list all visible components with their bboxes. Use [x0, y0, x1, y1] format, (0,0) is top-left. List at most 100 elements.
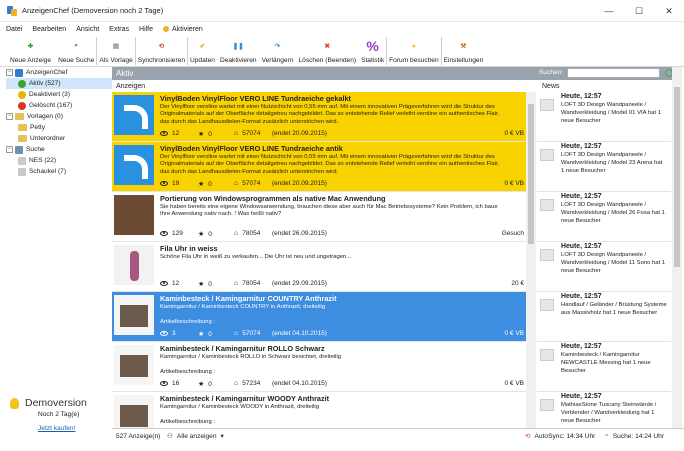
news-item[interactable]: Heute, 12:57 Handlauf / Geländer / Brüstu… [537, 292, 671, 342]
news-time: Heute, 12:57 [561, 93, 602, 100]
tree-item-geloescht[interactable]: Gelöscht (167) [6, 100, 112, 111]
listing-row[interactable]: Fila Uhr in weiss Schöne Fila Uhr in weiß… [112, 242, 526, 292]
listing-row[interactable]: Kaminbesteck / Kamingarnitur WOODY Anthr… [112, 392, 526, 428]
settings-button[interactable]: ⚒ Einstellungen [444, 35, 484, 67]
pause-icon: ❚❚ [232, 43, 244, 50]
sync-button[interactable]: ⟲ Synchronisieren [138, 35, 185, 67]
tree-label: Gelöscht (167) [29, 102, 73, 109]
news-thumbnail [540, 249, 554, 261]
news-item[interactable]: Heute, 12:57 LOFT 3D Design Wandpaneele /… [537, 92, 671, 142]
tree-item-nes[interactable]: NES (22) [6, 155, 112, 166]
tree-item-deaktiviert[interactable]: Deaktiviert (3) [6, 89, 112, 100]
scrollbar-thumb[interactable] [528, 104, 534, 244]
listing-price: 0 € VB [504, 180, 524, 187]
toolbar: ✚ Neue Anzeige ⌕ Neue Suche ▤ Als Vorlage ⟲… [0, 35, 684, 67]
listing-id: 78054 [242, 280, 261, 287]
search-item-icon [18, 156, 26, 165]
favorites-count: 0 [208, 180, 212, 188]
menu-bearbeiten[interactable]: Bearbeiten [32, 26, 66, 33]
news-scrollbar[interactable] [672, 67, 682, 428]
tree-item-petty[interactable]: Petty [6, 122, 112, 133]
deactivate-button[interactable]: ❚❚ Deaktivieren [220, 35, 257, 67]
search-status-label: Suche: 14:24 Uhr [612, 432, 665, 440]
sync-icon: ⟲ [158, 43, 165, 50]
collapse-toggle[interactable]: − [6, 69, 13, 76]
home-icon: ⌂ [234, 180, 239, 187]
listing-description: Der Vinylfloor veroline wartet mit einer… [160, 104, 500, 125]
collapse-toggle[interactable]: − [6, 113, 13, 120]
news-item[interactable]: Heute, 12:57 LOFT 3D Design Wandpaneele /… [537, 142, 671, 192]
listing-title: Fila Uhr in weiss [160, 244, 218, 253]
listing-title: Kaminbesteck / Kamingarnitur COUNTRY Ant… [160, 294, 337, 303]
menu-datei[interactable]: Datei [6, 26, 22, 33]
end-date: (endet 04.10.2015) [272, 330, 327, 337]
collapse-toggle[interactable]: − [6, 146, 13, 153]
search-label: Suchen: [539, 69, 564, 76]
maximize-button[interactable]: ☐ [624, 0, 654, 22]
as-template-label: Als Vorlage [99, 57, 133, 64]
tree-label: Schaukel (7) [29, 168, 67, 175]
statistics-button[interactable]: % Statistik [361, 35, 384, 67]
panel-header: Aktiv Suchen: [112, 67, 673, 80]
listing-row[interactable]: Portierung von Windowsprogrammen als nat… [112, 192, 526, 242]
delete-button[interactable]: ✖ Löschen (Beenden) [299, 35, 357, 67]
tree-item-suche[interactable]: − Suche [6, 144, 112, 155]
home-icon: ⌂ [234, 280, 239, 287]
listings-scrollbar[interactable] [526, 92, 536, 428]
filter-dropdown[interactable]: ⚇ Alle anzeigen ▾ [167, 432, 224, 441]
favorites-count: 0 [208, 330, 212, 338]
news-item[interactable]: Heute, 12:57 LOFT 3D Design Wandpaneele /… [537, 242, 671, 292]
settings-label: Einstellungen [443, 57, 484, 64]
news-time: Heute, 12:57 [561, 343, 602, 350]
views-stat: 12 [160, 130, 179, 137]
tree-item-unterordner[interactable]: Unterordner [6, 133, 112, 144]
tree-item-vorlagen[interactable]: − Vorlagen (0) [6, 111, 112, 122]
id-stat: ⌂ 78054 [234, 230, 260, 237]
deleted-status-icon [18, 101, 26, 110]
listing-row[interactable]: Kaminbesteck / Kamingarnitur ROLLO Schwa… [112, 342, 526, 392]
delete-icon: ✖ [324, 43, 331, 50]
tree-item-schaukel[interactable]: Schaukel (7) [6, 166, 112, 177]
listing-id: 57074 [242, 330, 261, 337]
listing-thumbnail [114, 95, 154, 135]
news-time: Heute, 12:57 [561, 293, 602, 300]
autosync-label: AutoSync: 14:34 Uhr [534, 432, 596, 440]
listing-title: VinylBoden VinylFloor VERO LINE Tundraei… [160, 94, 351, 103]
listing-title: Kaminbesteck / Kamingarnitur WOODY Anthr… [160, 394, 330, 403]
new-search-button[interactable]: ⌕ Neue Suche [58, 35, 94, 67]
buy-now-link[interactable]: Jetzt kaufen! [38, 425, 110, 432]
menu-ansicht[interactable]: Ansicht [76, 26, 99, 33]
news-item[interactable]: Heute, 12:57 LOFT 3D Design Wandpaneele /… [537, 192, 671, 242]
tree-item-aktiv[interactable]: Aktiv (527) [6, 78, 112, 89]
news-item[interactable]: Heute, 12:57 MathiasStone Tuscany Steinwä… [537, 392, 671, 428]
menu-aktivieren[interactable]: Aktivieren [163, 26, 203, 33]
extend-button[interactable]: ↷ Verlängern [262, 35, 294, 67]
search-input[interactable] [567, 68, 660, 78]
listing-row[interactable]: Kaminbesteck / Kamingarnitur COUNTRY Ant… [112, 292, 526, 342]
eye-icon [160, 381, 168, 386]
views-stat: 3 [160, 330, 176, 337]
close-button[interactable]: ✕ [654, 0, 684, 22]
toolbar-separator [187, 37, 188, 65]
listing-stats: 16 ★ 0 ⌂ 57234 (endet 04.10.2015) 0 € VB [160, 380, 524, 389]
percent-icon: % [366, 38, 379, 54]
toolbar-separator [96, 37, 98, 65]
as-template-button[interactable]: ▤ Als Vorlage [99, 35, 132, 67]
minimize-button[interactable]: — [594, 0, 624, 22]
menu-extras[interactable]: Extras [109, 26, 129, 33]
menu-hilfe[interactable]: Hilfe [139, 26, 153, 33]
sync-icon: ⟲ [525, 433, 531, 440]
listing-row[interactable]: VinylBoden VinylFloor VERO LINE Tundraei… [112, 92, 526, 142]
listing-stats: 19 ★ 0 ⌂ 57074 (endet 20.09.2015) 0 € VB [160, 180, 524, 189]
toolbar-separator [440, 37, 442, 65]
update-button[interactable]: ✔ Updaten [190, 35, 215, 67]
listing-thumbnail [114, 345, 154, 385]
news-item[interactable]: Heute, 12:57 Kaminbesteck / Kamingarnitur… [537, 342, 671, 392]
new-ad-button[interactable]: ✚ Neue Anzeige [10, 35, 51, 67]
app-icon [15, 68, 23, 77]
forum-button[interactable]: ● Forum besuchen [389, 35, 438, 67]
news-thumbnail [540, 399, 554, 411]
scrollbar-thumb[interactable] [674, 87, 680, 267]
tree-item-anzeigenchef[interactable]: − AnzeigenChef [6, 67, 112, 78]
listing-row[interactable]: VinylBoden VinylFloor VERO LINE Tundraei… [112, 142, 526, 192]
